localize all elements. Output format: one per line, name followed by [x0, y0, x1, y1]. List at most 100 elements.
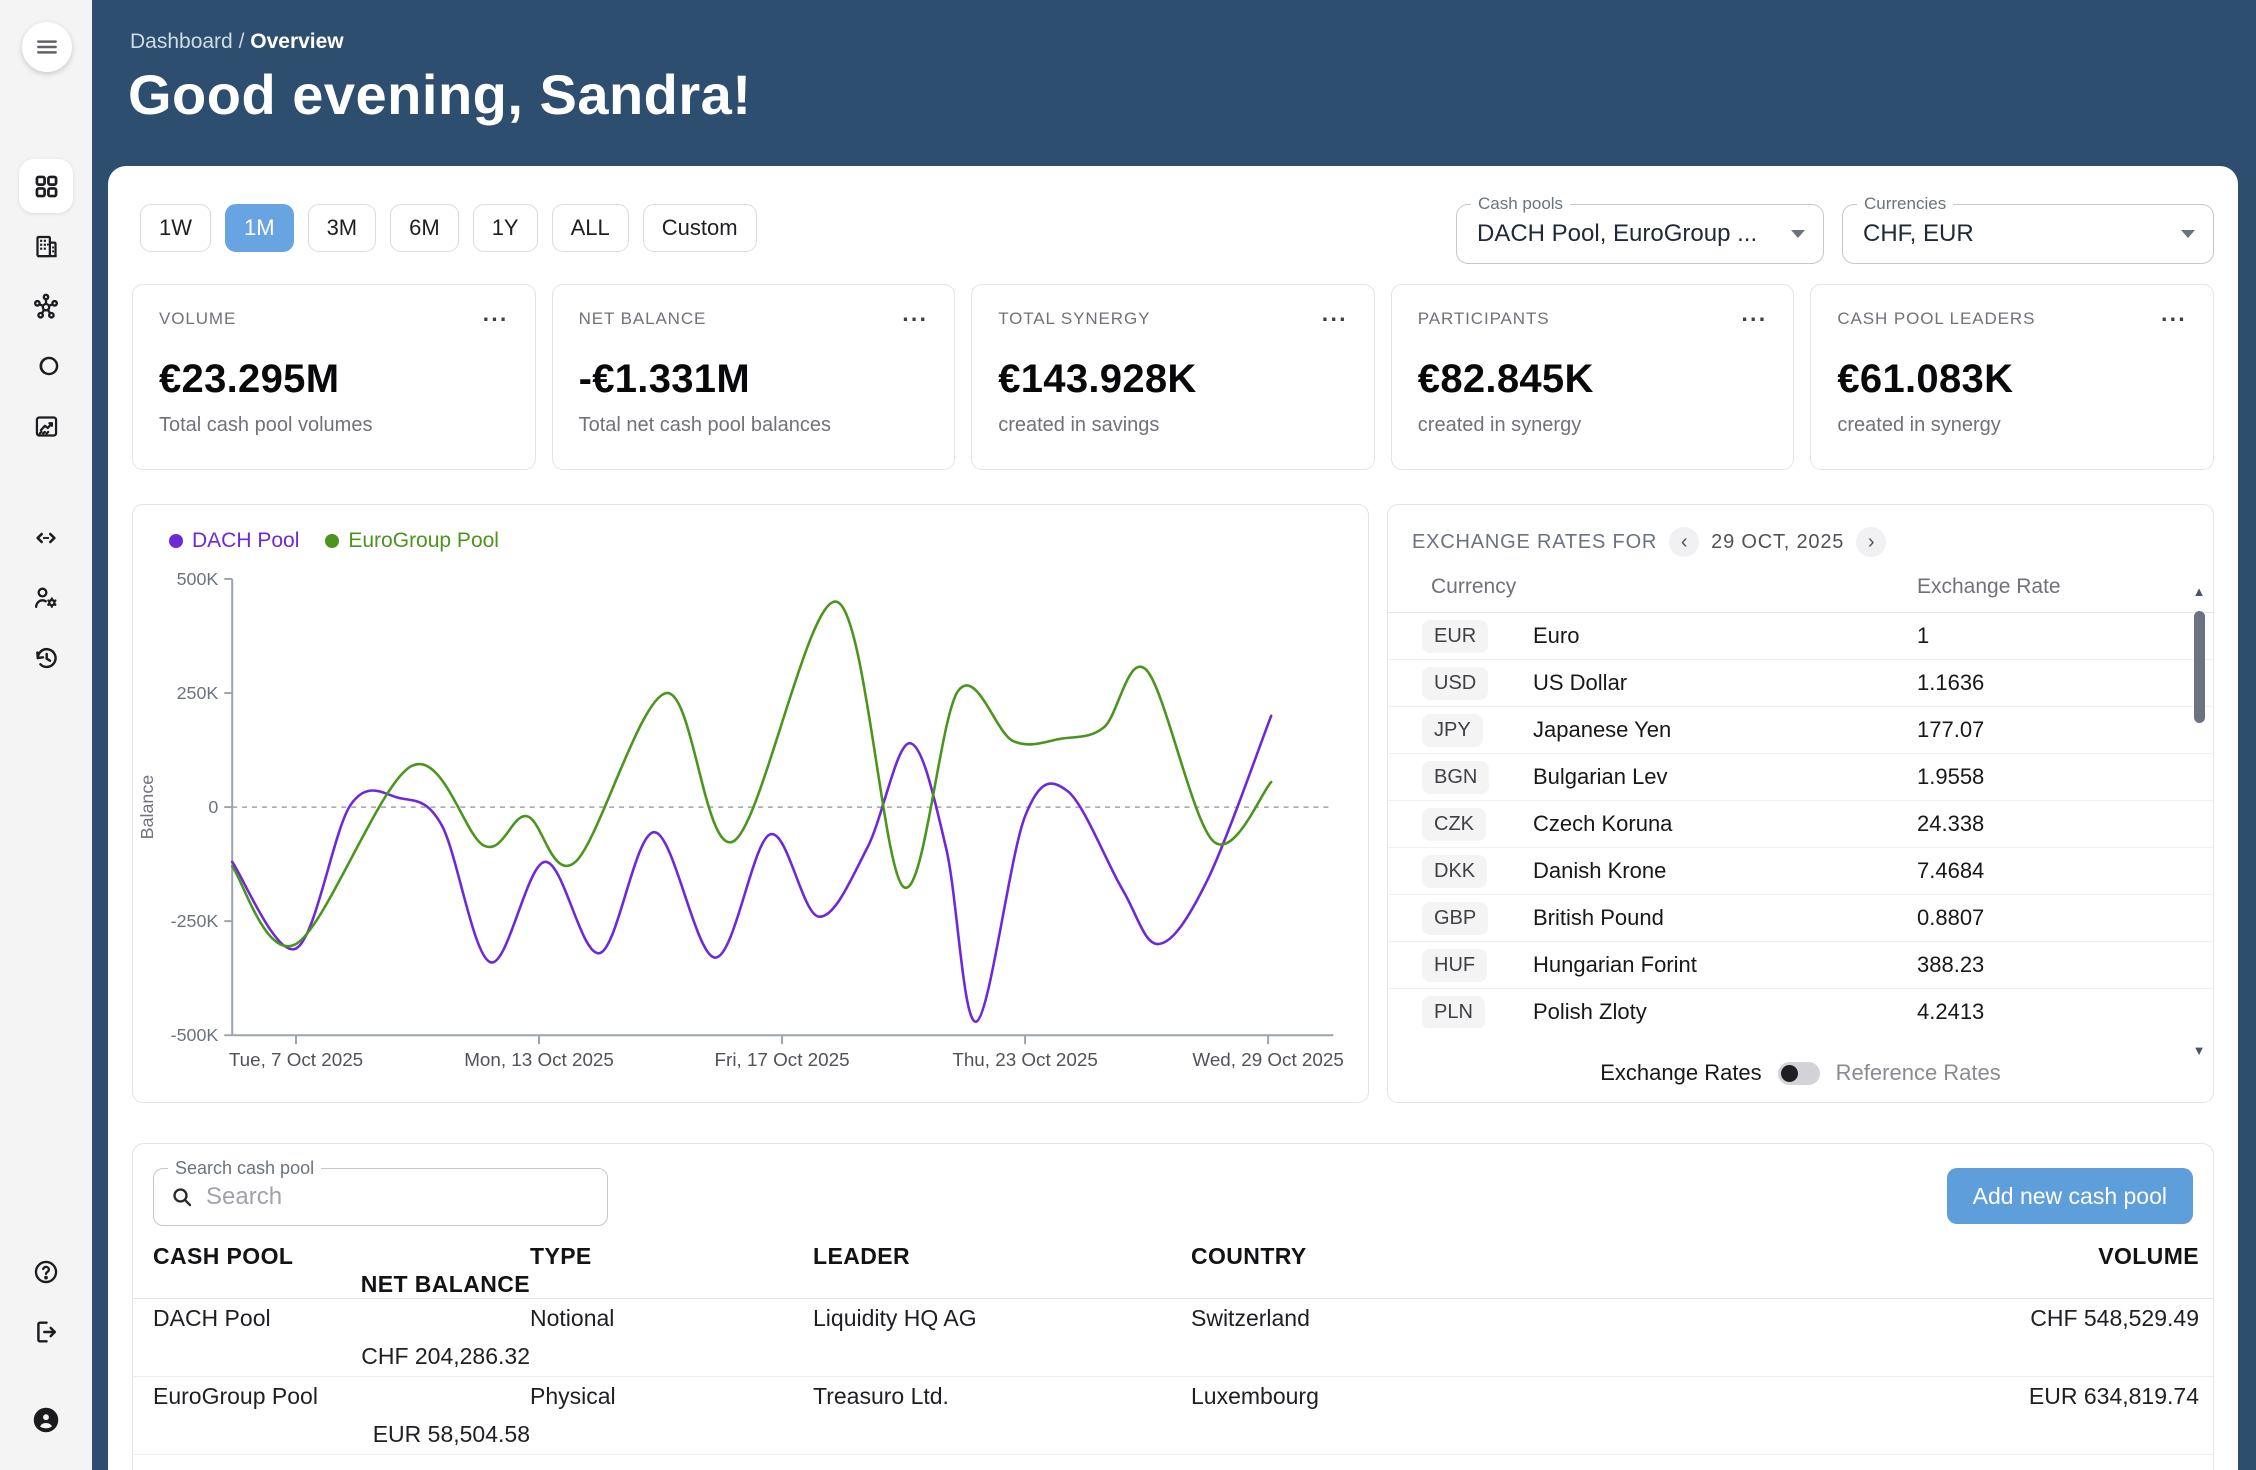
stat-title: VOLUME	[159, 309, 236, 329]
time-range-chip-6m[interactable]: 6M	[390, 204, 459, 252]
column-header-leader: LEADER	[813, 1243, 1191, 1270]
currency-name: Euro	[1533, 623, 1917, 649]
chevron-down-icon	[1791, 230, 1805, 238]
sidebar-item-user-settings[interactable]	[16, 568, 76, 628]
page-title: Good evening, Sandra!	[128, 62, 751, 127]
column-header-cash-pool: CASH POOL	[153, 1243, 530, 1270]
pool-volume: EUR 634,819.74	[1823, 1383, 2199, 1410]
sidebar	[0, 0, 92, 1470]
time-range-chip-1w[interactable]: 1W	[140, 204, 211, 252]
exchange-scrollbar[interactable]: ▲ ▼	[2191, 585, 2207, 1044]
balance-chart-panel: DACH PoolEuroGroup Pool 500K250K0-250K-5…	[132, 504, 1369, 1103]
currency-code-badge: BGN	[1422, 761, 1489, 794]
exchange-rate-value: 0.8807	[1917, 905, 2213, 931]
sidebar-nav-bottom	[0, 1242, 92, 1450]
currency-name: US Dollar	[1533, 670, 1917, 696]
sidebar-item-structure[interactable]	[16, 276, 76, 336]
breadcrumb-separator: /	[233, 30, 251, 53]
next-day-button[interactable]: ›	[1856, 527, 1886, 557]
sidebar-item-integrations[interactable]	[16, 508, 76, 568]
time-range-chip-1m[interactable]: 1M	[225, 204, 294, 252]
cash-pools-table: CASH POOLTYPELEADERCOUNTRYVOLUMENET BALA…	[153, 1242, 2193, 1455]
panels-row: DACH PoolEuroGroup Pool 500K250K0-250K-5…	[132, 504, 2214, 1103]
scrollbar-thumb[interactable]	[2194, 611, 2205, 723]
add-cash-pool-button[interactable]: Add new cash pool	[1947, 1168, 2193, 1224]
scroll-up-icon[interactable]: ▲	[2193, 585, 2206, 599]
pool-net-balance: CHF 204,286.32	[153, 1343, 530, 1370]
svg-text:Tue, 7 Oct 2025: Tue, 7 Oct 2025	[229, 1049, 363, 1070]
cash-pool-row[interactable]: EuroGroup PoolPhysicalTreasuro Ltd.Luxem…	[133, 1377, 2213, 1455]
exchange-rate-value: 177.07	[1917, 717, 2213, 743]
search-field-label: Search cash pool	[168, 1158, 321, 1179]
rates-mode-toggle-row: Exchange Rates Reference Rates	[1388, 1060, 2213, 1086]
exchange-rate-value: 1.9558	[1917, 764, 2213, 790]
page-header: Dashboard / Overview Good evening, Sandr…	[92, 0, 2256, 166]
exchange-rates-date: 29 OCT, 2025	[1711, 531, 1844, 554]
balance-line-chart: 500K250K0-250K-500KTue, 7 Oct 2025Mon, 1…	[133, 545, 1368, 1090]
sidebar-item-dashboard[interactable]	[16, 156, 76, 216]
exchange-rate-row: JPYJapanese Yen177.07	[1388, 707, 2213, 754]
search-field[interactable]: Search cash pool	[153, 1168, 608, 1226]
currency-name: Danish Krone	[1533, 858, 1917, 884]
account-button[interactable]	[16, 1390, 76, 1450]
rate-column-header: Exchange Rate	[1917, 575, 2061, 599]
search-input[interactable]	[206, 1183, 546, 1211]
time-range-chip-1y[interactable]: 1Y	[473, 204, 538, 252]
svg-text:Thu, 23 Oct 2025: Thu, 23 Oct 2025	[952, 1049, 1098, 1070]
exchange-rate-row: CZKCzech Koruna24.338	[1388, 801, 2213, 848]
more-options-icon[interactable]: ···	[902, 314, 928, 324]
breadcrumb-dashboard[interactable]: Dashboard	[130, 30, 233, 53]
time-range-chip-all[interactable]: ALL	[552, 204, 629, 252]
content-card: 1W 1M 3M 6M 1Y ALL Custom Cash pools DACH Pool…	[108, 166, 2238, 1470]
logout-icon	[32, 1318, 60, 1346]
exchange-rate-row: BGNBulgarian Lev1.9558	[1388, 754, 2213, 801]
pool-leader: Treasuro Ltd.	[813, 1383, 1191, 1410]
sidebar-item-balances[interactable]	[16, 336, 76, 396]
coins-icon	[32, 352, 60, 380]
stat-title: NET BALANCE	[579, 309, 707, 329]
svg-text:Fri, 17 Oct 2025: Fri, 17 Oct 2025	[715, 1049, 850, 1070]
svg-text:Balance: Balance	[137, 775, 157, 840]
previous-day-button[interactable]: ‹	[1669, 527, 1699, 557]
code-icon	[32, 524, 60, 552]
exchange-rate-value: 1.1636	[1917, 670, 2213, 696]
reference-rates-toggle-label: Reference Rates	[1836, 1060, 2001, 1086]
scroll-down-icon[interactable]: ▼	[2193, 1044, 2206, 1058]
currencies-select[interactable]: Currencies CHF, EUR	[1842, 204, 2214, 264]
help-button[interactable]	[16, 1242, 76, 1302]
help-icon	[32, 1258, 60, 1286]
exchange-rate-value: 24.338	[1917, 811, 2213, 837]
exchange-rate-value: 1	[1917, 623, 2213, 649]
user-gear-icon	[32, 584, 60, 612]
exchange-rates-header: EXCHANGE RATES FOR ‹ 29 OCT, 2025 ›	[1388, 505, 2213, 561]
stat-card-header: NET BALANCE ···	[579, 309, 929, 329]
column-header-net-balance: NET BALANCE	[153, 1271, 530, 1298]
sidebar-item-reports[interactable]	[16, 396, 76, 456]
cash-pool-row[interactable]: DACH PoolNotionalLiquidity HQ AGSwitzerl…	[133, 1299, 2213, 1377]
more-options-icon[interactable]: ···	[1322, 314, 1348, 324]
sidebar-item-company[interactable]	[16, 216, 76, 276]
time-range-chip-3m[interactable]: 3M	[308, 204, 377, 252]
currency-column-header: Currency	[1431, 575, 1516, 599]
svg-text:Mon, 13 Oct 2025: Mon, 13 Oct 2025	[464, 1049, 614, 1070]
currency-code-badge: PLN	[1422, 996, 1485, 1029]
rates-toggle-switch[interactable]	[1778, 1062, 1820, 1085]
stat-card-header: CASH POOL LEADERS···	[1837, 309, 2187, 329]
more-options-icon[interactable]: ···	[1741, 314, 1767, 324]
sidebar-item-history[interactable]	[16, 628, 76, 688]
column-header-type: TYPE	[530, 1243, 813, 1270]
exchange-rate-row: GBPBritish Pound0.8807	[1388, 895, 2213, 942]
stat-caption: Total net cash pool balances	[579, 414, 929, 437]
menu-button[interactable]	[22, 22, 72, 72]
cash-pools-select[interactable]: Cash pools DACH Pool, EuroGroup ...	[1456, 204, 1824, 264]
svg-text:500K: 500K	[177, 569, 219, 589]
logout-button[interactable]	[16, 1302, 76, 1362]
cash-pools-panel: Search cash pool Add new cash pool CASH …	[132, 1143, 2214, 1470]
more-options-icon[interactable]: ···	[2161, 314, 2187, 324]
time-range-chip-custom[interactable]: Custom	[643, 204, 757, 252]
more-options-icon[interactable]: ···	[483, 314, 509, 324]
stat-value: -€1.331M	[579, 357, 929, 402]
sidebar-nav-primary	[0, 156, 92, 456]
pool-name: EuroGroup Pool	[153, 1383, 530, 1410]
stat-caption: created in savings	[998, 414, 1348, 437]
